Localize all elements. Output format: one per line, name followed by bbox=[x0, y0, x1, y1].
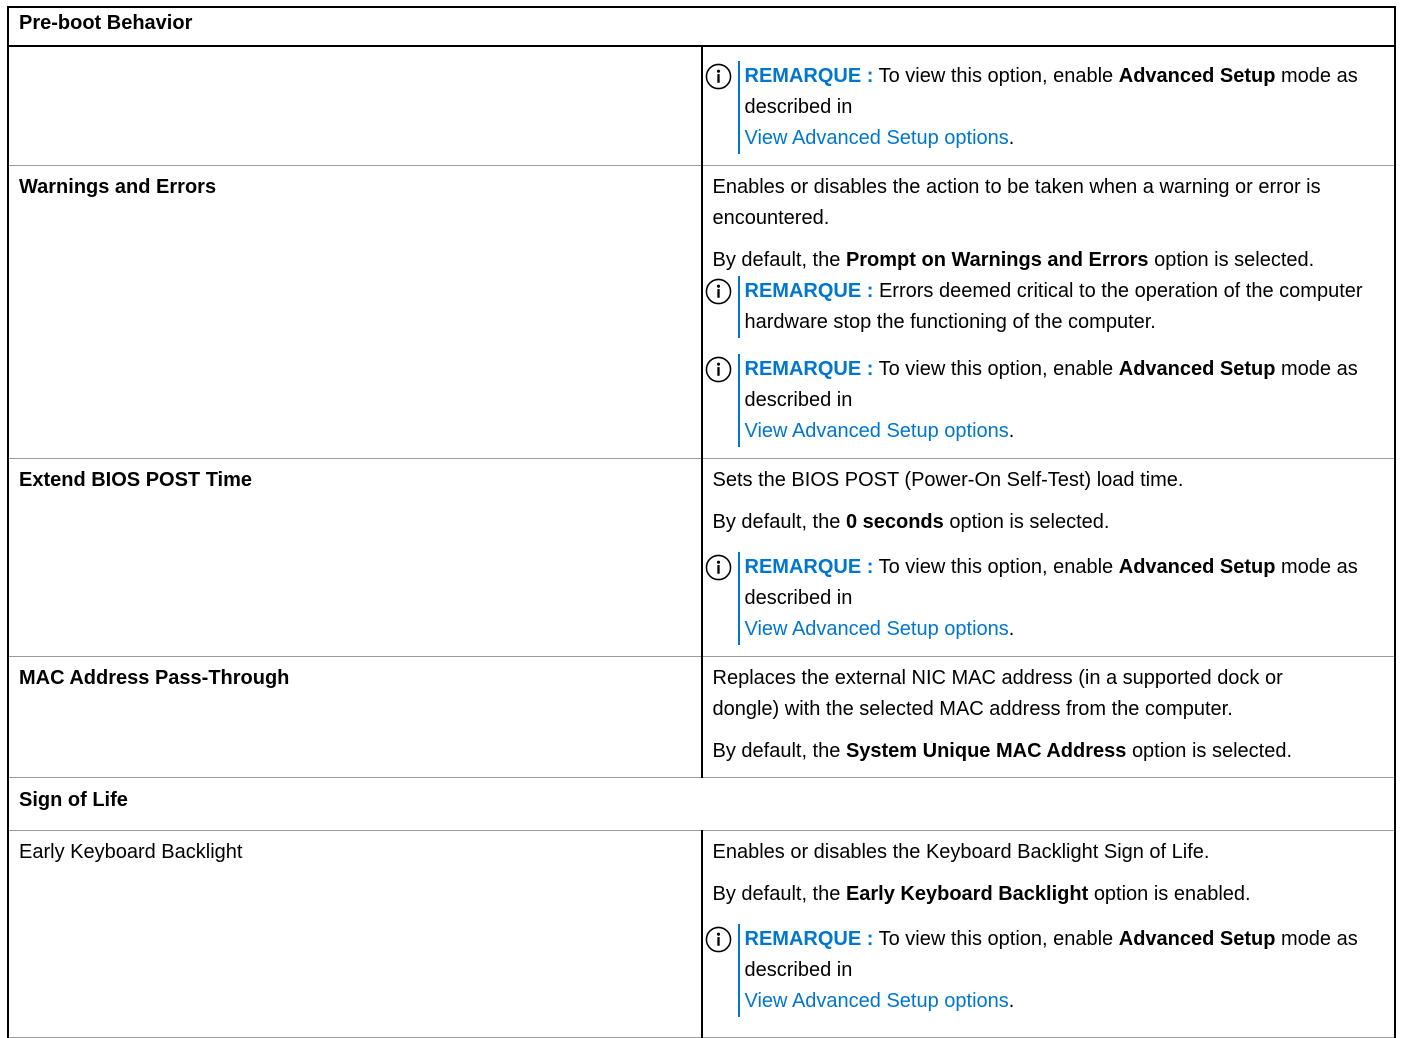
option-name-cell: Warnings and Errors bbox=[7, 165, 703, 459]
note-block: REMARQUE : Errors deemed critical to the… bbox=[705, 276, 1387, 338]
view-advanced-setup-link[interactable]: View Advanced Setup options bbox=[745, 618, 1009, 640]
note-emphasis: Advanced Setup bbox=[1118, 358, 1276, 380]
option-description: Enables or disables the action to be tak… bbox=[712, 176, 1321, 229]
table-row: Extend BIOS POST Time Sets the BIOS POST… bbox=[7, 458, 1396, 657]
option-description-cell: Replaces the external NIC MAC address (i… bbox=[700, 656, 1396, 778]
option-name-cell: Extend BIOS POST Time bbox=[7, 458, 703, 657]
note-label: REMARQUE : bbox=[744, 928, 874, 950]
option-default: By default, the System Unique MAC Addres… bbox=[712, 740, 1293, 762]
option-description-cell: REMARQUE : To view this option, enable A… bbox=[700, 45, 1396, 166]
note-body: REMARQUE : To view this option, enable A… bbox=[737, 924, 1387, 1017]
option-description: Replaces the external NIC MAC address (i… bbox=[712, 667, 1283, 720]
default-value: 0 seconds bbox=[845, 511, 944, 533]
view-advanced-setup-link[interactable]: View Advanced Setup options bbox=[745, 420, 1009, 442]
option-name-cell bbox=[7, 45, 703, 166]
option-name: Early Keyboard Backlight bbox=[19, 841, 243, 863]
note-label: REMARQUE : bbox=[744, 280, 874, 302]
info-circle-icon bbox=[705, 278, 731, 305]
note-text: To view this option, enable bbox=[878, 358, 1114, 380]
table-row: Warnings and Errors Enables or disables … bbox=[7, 165, 1396, 459]
option-name: MAC Address Pass-Through bbox=[19, 667, 290, 689]
note-emphasis: Advanced Setup bbox=[1118, 65, 1276, 87]
note-block: REMARQUE : To view this option, enable A… bbox=[705, 61, 1387, 154]
view-advanced-setup-link[interactable]: View Advanced Setup options bbox=[745, 127, 1009, 149]
option-description-cell: Sets the BIOS POST (Power-On Self-Test) … bbox=[700, 458, 1396, 657]
note-block: REMARQUE : To view this option, enable A… bbox=[705, 924, 1387, 1017]
section-title: Sign of Life bbox=[7, 777, 1396, 831]
options-table: Pre-boot Behavior REMARQUE : To view thi… bbox=[7, 6, 1396, 1038]
info-circle-icon bbox=[705, 356, 731, 383]
option-name-cell: MAC Address Pass-Through bbox=[7, 656, 703, 778]
table-row: MAC Address Pass-Through Replaces the ex… bbox=[7, 656, 1396, 778]
option-default: By default, the 0 seconds option is sele… bbox=[712, 511, 1110, 533]
option-name: Extend BIOS POST Time bbox=[19, 469, 253, 491]
note-body: REMARQUE : To view this option, enable A… bbox=[737, 354, 1387, 447]
note-body: REMARQUE : Errors deemed critical to the… bbox=[737, 276, 1387, 338]
note-emphasis: Advanced Setup bbox=[1118, 928, 1276, 950]
option-default: By default, the Early Keyboard Backlight… bbox=[712, 883, 1251, 905]
note-emphasis: Advanced Setup bbox=[1118, 556, 1276, 578]
option-description-cell: Enables or disables the action to be tak… bbox=[700, 165, 1396, 459]
info-circle-icon bbox=[705, 63, 731, 90]
option-description-cell: Enables or disables the Keyboard Backlig… bbox=[700, 830, 1396, 1038]
table-row: REMARQUE : To view this option, enable A… bbox=[7, 45, 1396, 166]
note-block: REMARQUE : To view this option, enable A… bbox=[705, 354, 1387, 447]
section-header-preboot: Pre-boot Behavior bbox=[7, 6, 1396, 47]
section-header-sign-of-life: Sign of Life bbox=[7, 777, 1396, 831]
section-title: Pre-boot Behavior bbox=[7, 6, 1396, 47]
option-name-cell: Early Keyboard Backlight bbox=[7, 830, 703, 1038]
note-label: REMARQUE : bbox=[744, 358, 874, 380]
view-advanced-setup-link[interactable]: View Advanced Setup options bbox=[745, 990, 1009, 1012]
note-body: REMARQUE : To view this option, enable A… bbox=[737, 552, 1387, 645]
default-value: System Unique MAC Address bbox=[845, 740, 1127, 762]
table-row: Early Keyboard Backlight Enables or disa… bbox=[7, 830, 1396, 1038]
note-body: REMARQUE : To view this option, enable A… bbox=[737, 61, 1387, 154]
info-circle-icon bbox=[705, 926, 731, 953]
note-text: To view this option, enable bbox=[878, 928, 1114, 950]
option-name: Warnings and Errors bbox=[19, 176, 217, 198]
note-block: REMARQUE : To view this option, enable A… bbox=[705, 552, 1387, 645]
default-value: Early Keyboard Backlight bbox=[845, 883, 1089, 905]
note-label: REMARQUE : bbox=[744, 65, 874, 87]
default-value: Prompt on Warnings and Errors bbox=[845, 249, 1149, 271]
note-label: REMARQUE : bbox=[744, 556, 874, 578]
info-circle-icon bbox=[705, 554, 731, 581]
option-default: By default, the Prompt on Warnings and E… bbox=[712, 249, 1315, 271]
note-text: To view this option, enable bbox=[878, 556, 1114, 578]
option-description: Sets the BIOS POST (Power-On Self-Test) … bbox=[712, 469, 1184, 491]
option-description: Enables or disables the Keyboard Backlig… bbox=[712, 841, 1210, 863]
note-text: To view this option, enable bbox=[878, 65, 1114, 87]
